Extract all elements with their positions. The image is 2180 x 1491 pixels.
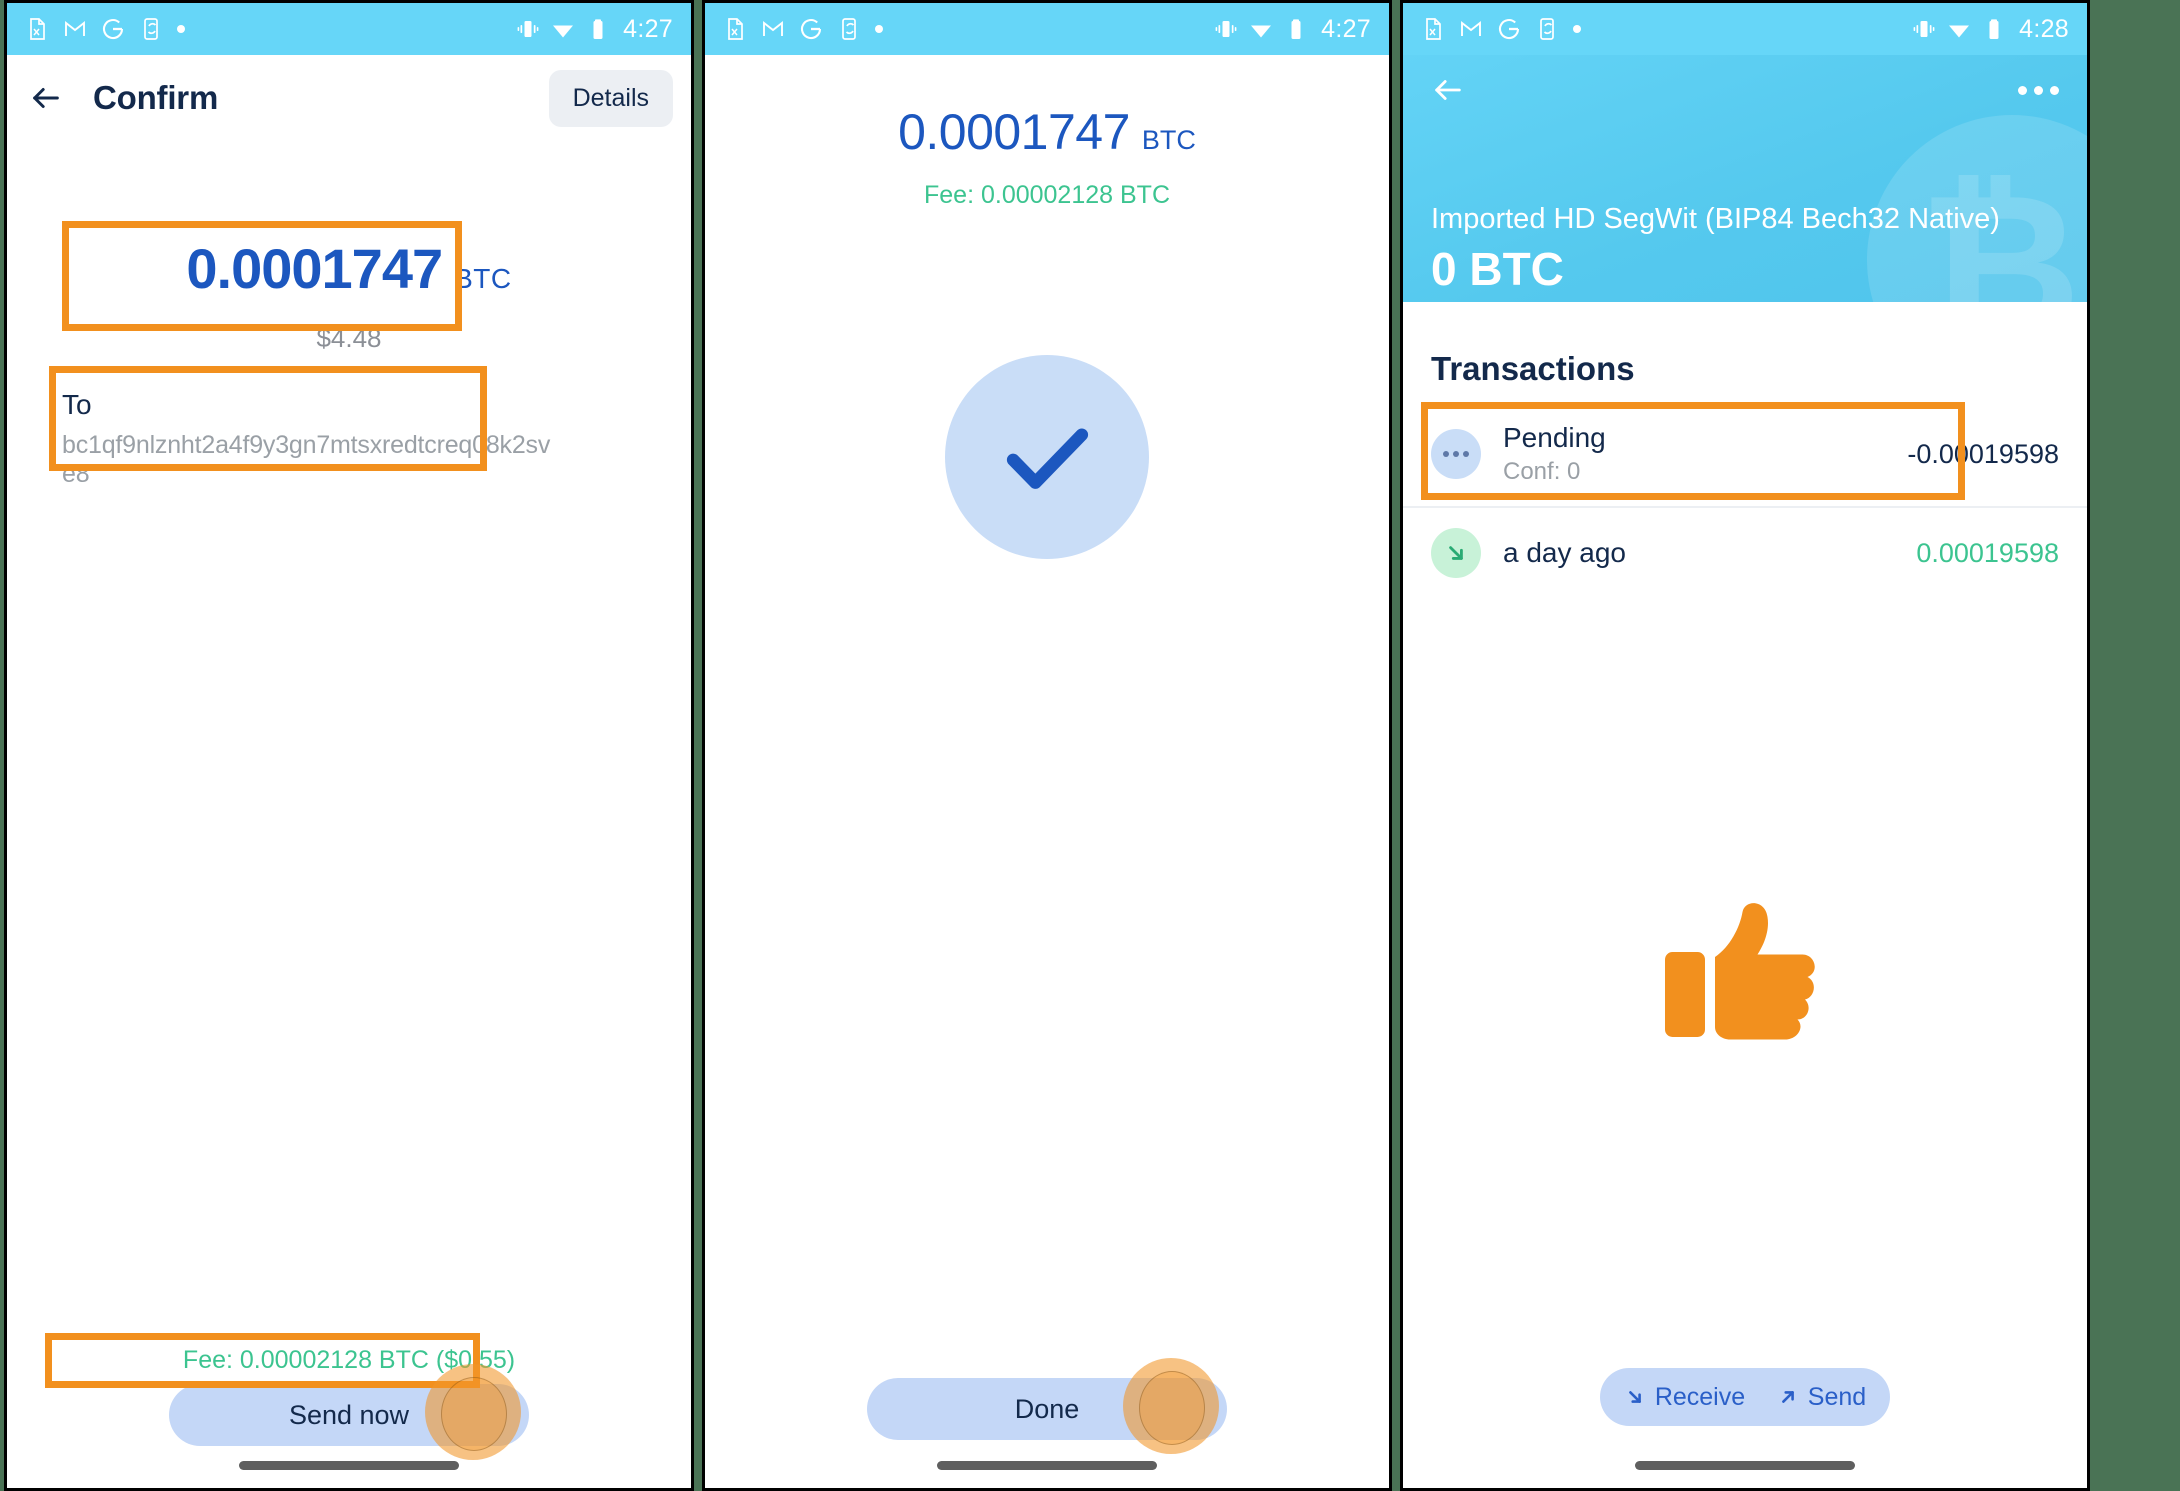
clock-2: 4:27: [1321, 14, 1371, 43]
transaction-amount: -0.00019598: [1907, 438, 2059, 469]
send-button[interactable]: Send: [1777, 1383, 1866, 1412]
amount-unit: BTC: [454, 263, 512, 294]
send-now-button[interactable]: Send now: [169, 1384, 529, 1446]
phone-sync-icon: [1540, 18, 1554, 40]
amount-value: 0.0001747: [186, 237, 443, 300]
wifi-icon: [1251, 25, 1272, 38]
overflow-menu-icon[interactable]: [2018, 85, 2059, 95]
vibrate-icon: [517, 21, 539, 37]
wallet-name: Imported HD SegWit (BIP84 Bech32 Native): [1431, 203, 2000, 235]
page-title: Confirm: [93, 79, 219, 116]
transaction-status: Pending: [1503, 422, 1606, 453]
google-icon: [801, 18, 822, 40]
wallet-balance: 0 BTC: [1431, 243, 1564, 295]
transactions-list: Pending Conf: 0 -0.00019598 a day ago 0.…: [1403, 402, 2087, 598]
battery-icon: [593, 19, 603, 39]
back-arrow-icon[interactable]: [29, 81, 63, 115]
status-bar-right-2: 4:27: [1214, 14, 1371, 43]
status-bar-2: 4:27: [705, 3, 1389, 55]
status-bar-left-icons-3: [1421, 17, 1581, 41]
gutter-2: [1392, 0, 1400, 1491]
fee-text: Fee: 0.00002128 BTC: [924, 181, 1170, 209]
google-icon: [103, 18, 124, 40]
wallet-actions: Receive Send: [1600, 1368, 1890, 1426]
gmail-icon: [1461, 21, 1481, 36]
phone-panel-wallet: 4:28 ₿ Imported HD SegWit (BIP84 Bech32 …: [1400, 0, 2090, 1491]
vibrate-icon: [1215, 21, 1237, 37]
done-button[interactable]: Done: [867, 1378, 1227, 1440]
transaction-amount: 0.00019598: [1916, 537, 2059, 568]
spreadsheet-icon: [30, 18, 45, 40]
spreadsheet-icon: [1426, 18, 1441, 40]
transaction-text: Pending Conf: 0: [1503, 422, 1885, 486]
details-button[interactable]: Details: [548, 69, 673, 127]
phone-panel-success: 4:27 0.0001747 BTC Fee: 0.00002128 BTC D…: [702, 0, 1392, 1491]
success-body: 0.0001747 BTC Fee: 0.00002128 BTC Done: [705, 55, 1389, 1488]
gmail-icon: [65, 21, 85, 36]
amount-row: 0.0001747 BTC: [7, 236, 691, 301]
transaction-confirmations: Conf: 0: [1503, 458, 1581, 485]
status-bar-right-3: 4:28: [1912, 14, 2069, 43]
arrow-down-right-icon: [1431, 528, 1481, 578]
wallet-body: Transactions Pending Conf: 0 -0.00019598: [1403, 302, 2087, 1488]
send-label: Send: [1807, 1382, 1867, 1411]
battery-icon: [1291, 19, 1301, 39]
success-amount-display: 0.0001747 BTC Fee: 0.00002128 BTC: [705, 55, 1389, 210]
amount-row: 0.0001747 BTC: [705, 103, 1389, 161]
vibrate-icon: [1913, 21, 1935, 37]
gutter-right: [2090, 0, 2094, 1491]
status-bar-left-icons-2: [723, 17, 883, 41]
spreadsheet-icon: [728, 18, 743, 40]
home-indicator: [1635, 1461, 1855, 1470]
phone-sync-icon: [144, 18, 158, 40]
amount-unit: BTC: [1141, 125, 1196, 155]
receive-label: Receive: [1654, 1382, 1746, 1411]
pending-dots-icon: [1431, 429, 1481, 479]
phone-sync-icon: [842, 18, 856, 40]
wifi-icon: [553, 25, 574, 38]
battery-icon: [1989, 19, 1999, 39]
amount-display: 0.0001747 BTC $4.48: [7, 236, 691, 354]
google-icon: [1499, 18, 1520, 40]
amount-fiat: $4.48: [316, 323, 382, 353]
screenshot-stage: 4:27 Confirm Details 0.0001747 BTC $4.48: [0, 0, 2180, 1491]
status-bar-1: 4:27: [7, 3, 691, 55]
table-row[interactable]: Pending Conf: 0 -0.00019598: [1403, 402, 2087, 506]
confirm-body: 0.0001747 BTC $4.48 To bc1qf9nlznht2a4f9…: [7, 141, 691, 1488]
status-bar-3: 4:28: [1403, 3, 2087, 55]
wifi-icon: [1949, 25, 1970, 38]
transaction-time: a day ago: [1503, 537, 1626, 568]
recipient-address: bc1qf9nlznht2a4f9y3gn7mtsxredtcreq08k2sv…: [62, 431, 551, 488]
gmail-icon: [763, 21, 783, 36]
back-arrow-icon[interactable]: [1431, 73, 1465, 107]
wallet-header-toolbar: [1431, 73, 2059, 107]
check-icon: [1006, 428, 1089, 489]
dot-icon: [1573, 25, 1581, 33]
fee-text: Fee: 0.00002128 BTC ($0.55): [182, 1346, 516, 1374]
amount-value: 0.0001747: [898, 104, 1130, 160]
success-badge: [945, 355, 1149, 559]
phone-panel-confirm: 4:27 Confirm Details 0.0001747 BTC $4.48: [4, 0, 694, 1491]
transaction-text: a day ago: [1503, 537, 1894, 569]
app-bar-confirm: Confirm Details: [7, 55, 691, 141]
receive-button[interactable]: Receive: [1624, 1383, 1745, 1412]
clock-1: 4:27: [623, 14, 673, 43]
status-bar-left-icons-1: [25, 17, 185, 41]
home-indicator: [239, 1461, 459, 1470]
home-indicator: [937, 1461, 1157, 1470]
transactions-heading: Transactions: [1431, 350, 1635, 387]
recipient-label: To: [62, 389, 92, 420]
dot-icon: [177, 25, 185, 33]
thumbs-up-icon: [1665, 903, 1815, 1040]
table-row[interactable]: a day ago 0.00019598: [1403, 508, 2087, 598]
status-bar-right-1: 4:27: [516, 14, 673, 43]
clock-3: 4:28: [2019, 14, 2069, 43]
recipient-block[interactable]: To bc1qf9nlznht2a4f9y3gn7mtsxredtcreq08k…: [62, 389, 562, 489]
dot-icon: [875, 25, 883, 33]
wallet-header: ₿ Imported HD SegWit (BIP84 Bech32 Nativ…: [1403, 55, 2087, 302]
gutter-1: [694, 0, 702, 1491]
